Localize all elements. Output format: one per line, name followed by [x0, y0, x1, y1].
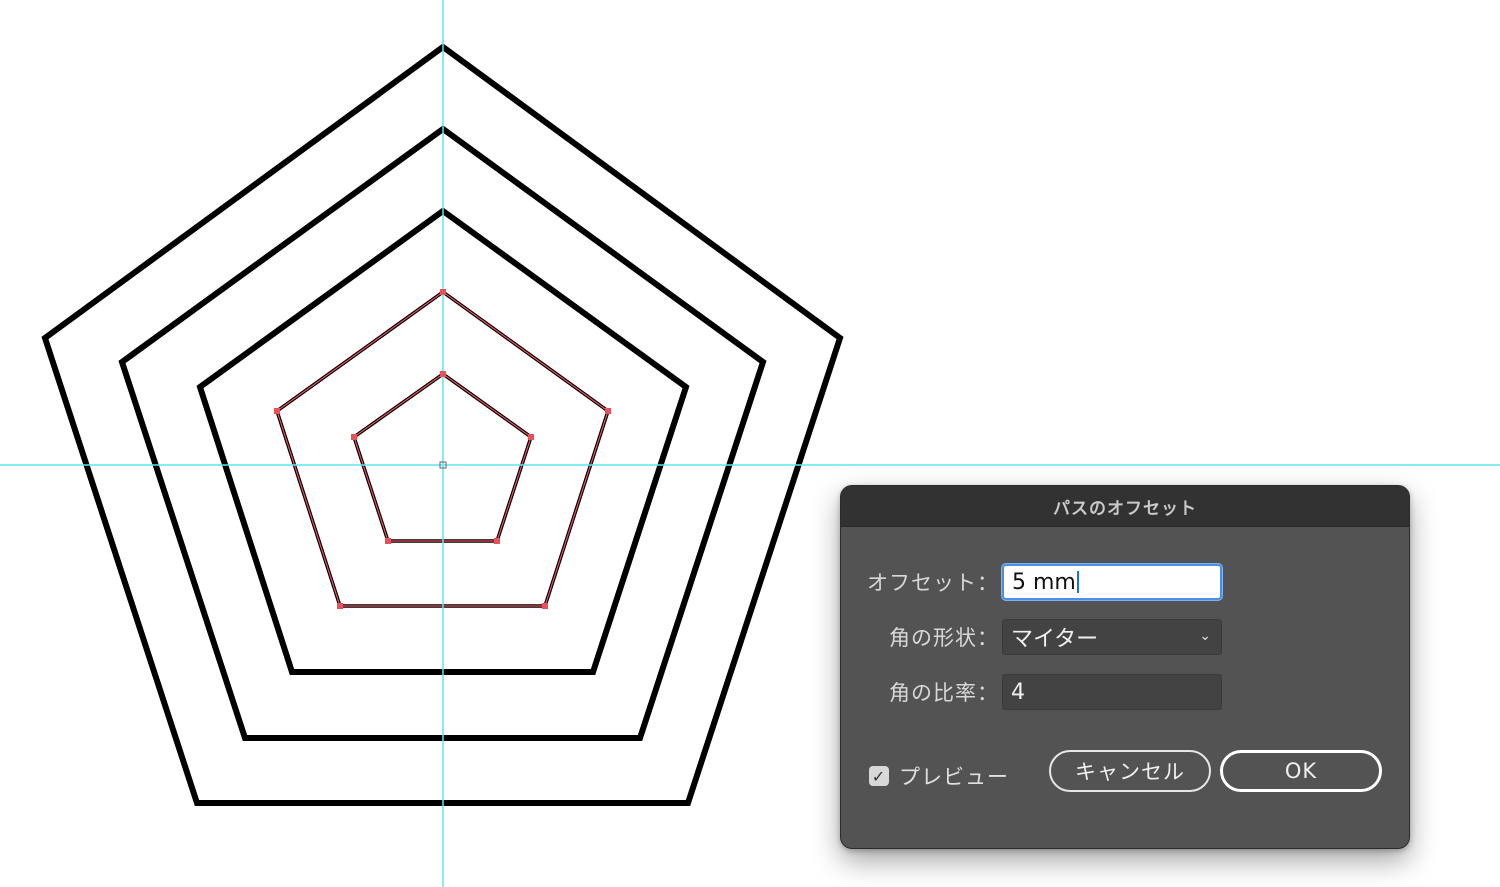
preview-toggle[interactable]: ✓ プレビュー — [869, 761, 1009, 791]
join-select[interactable]: マイター ⌄ — [1002, 619, 1222, 655]
ok-button[interactable]: OK — [1220, 750, 1382, 792]
preview-checkbox[interactable]: ✓ — [869, 766, 889, 786]
miter-row: 角の比率： 4 — [841, 674, 1409, 710]
offset-row: オフセット： 5 mm — [841, 564, 1409, 600]
preview-label: プレビュー — [899, 765, 1009, 789]
offset-value: 5 mm — [1012, 569, 1076, 595]
offset-label: オフセット： — [867, 571, 999, 595]
offset-path-dialog: パスのオフセット オフセット： 5 mm 角の形状： マイター ⌄ 角の比率： … — [840, 485, 1410, 849]
join-label: 角の形状： — [889, 626, 999, 650]
offset-input[interactable]: 5 mm — [1002, 564, 1222, 600]
chevron-down-icon: ⌄ — [1199, 628, 1211, 644]
miter-label: 角の比率： — [889, 681, 999, 705]
text-caret — [1076, 571, 1079, 593]
cancel-button[interactable]: キャンセル — [1049, 750, 1211, 792]
dialog-title: パスのオフセット — [841, 486, 1409, 527]
join-value: マイター — [1011, 627, 1099, 652]
miter-value: 4 — [1011, 679, 1025, 705]
miter-limit-input[interactable]: 4 — [1002, 674, 1222, 710]
join-row: 角の形状： マイター ⌄ — [841, 619, 1409, 655]
